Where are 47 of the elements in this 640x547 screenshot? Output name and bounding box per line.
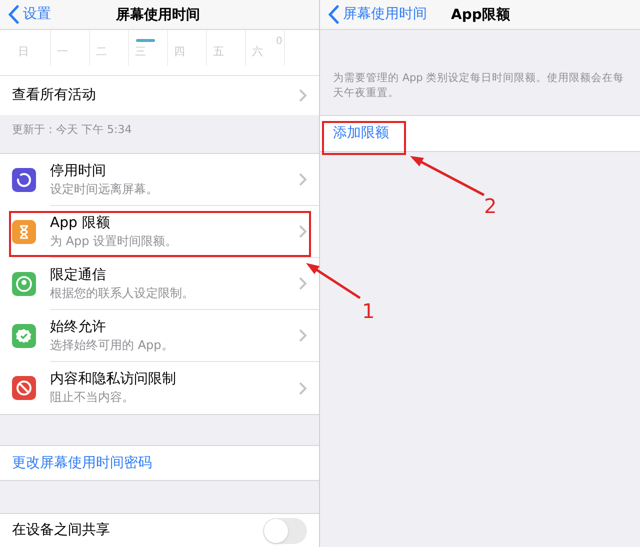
usage-bar [136,39,155,42]
updated-label: 更新于：今天 下午 5:34 [12,122,132,138]
add-limit-link[interactable]: 添加限额 [333,123,389,144]
share-toggle[interactable] [263,518,307,544]
see-all-row[interactable]: 查看所有活动 [0,75,319,115]
settings-row[interactable]: 始终允许 选择始终可用的 App。 [0,310,319,362]
annotation-number: 1 [362,298,375,325]
chevron-icon [299,329,307,342]
day-label: 六 [252,44,263,60]
back-label: 设置 [23,5,51,24]
row-subtitle: 阻止不当内容。 [50,389,135,406]
day-label: 三 [135,44,146,60]
row-title: 内容和隐私访问限制 [50,370,176,389]
arrow [306,263,361,300]
back-chevron-icon [8,5,19,24]
settings-row[interactable]: 限定通信 根据您的联系人设定限制。 [0,258,319,310]
settings-row[interactable]: App 限额 为 App 设置时间限额。 [0,206,319,258]
row-subtitle: 设定时间远离屏幕。 [50,180,158,198]
back-button[interactable]: 设置 [8,4,51,25]
day-label: 一 [57,44,68,60]
back-button[interactable]: 屏幕使用时间 [328,4,427,25]
annotation-number: 2 [484,193,497,220]
day-label: 二 [96,44,107,60]
axis-label: 0 [276,35,282,49]
chevron-icon [299,173,307,186]
row-title: 始终允许 [50,318,107,336]
row-title: App 限额 [50,214,111,232]
day-label: 四 [174,44,185,60]
day-label: 日 [18,44,29,60]
row-subtitle: 根据您的联系人设定限制。 [50,284,194,302]
row-subtitle: 选择始终可用的 App。 [50,336,174,354]
back-label: 屏幕使用时间 [343,5,427,24]
settings-row[interactable]: 停用时间 设定时间远离屏幕。 [0,154,319,206]
row-title: 限定通信 [50,266,107,284]
row-subtitle: 为 App 设置时间限额。 [50,232,178,250]
nav-title: App限额 [451,6,510,25]
chevron-icon [299,382,307,394]
back-chevron-icon [328,5,339,24]
day-label: 五 [213,44,224,60]
description-text: 为需要管理的 App 类别设定每日时间限额。使用限额会在每天午夜重置。 [333,71,626,101]
chevron-icon [299,89,307,102]
share-label: 在设备之间共享 [12,521,110,540]
settings-row[interactable]: 内容和隐私访问限制 阻止不当内容。 [0,362,319,414]
nav-title: 屏幕使用时间 [116,6,200,25]
chevron-icon [299,277,307,290]
row-title: 停用时间 [50,162,107,180]
chevron-icon [299,225,307,238]
